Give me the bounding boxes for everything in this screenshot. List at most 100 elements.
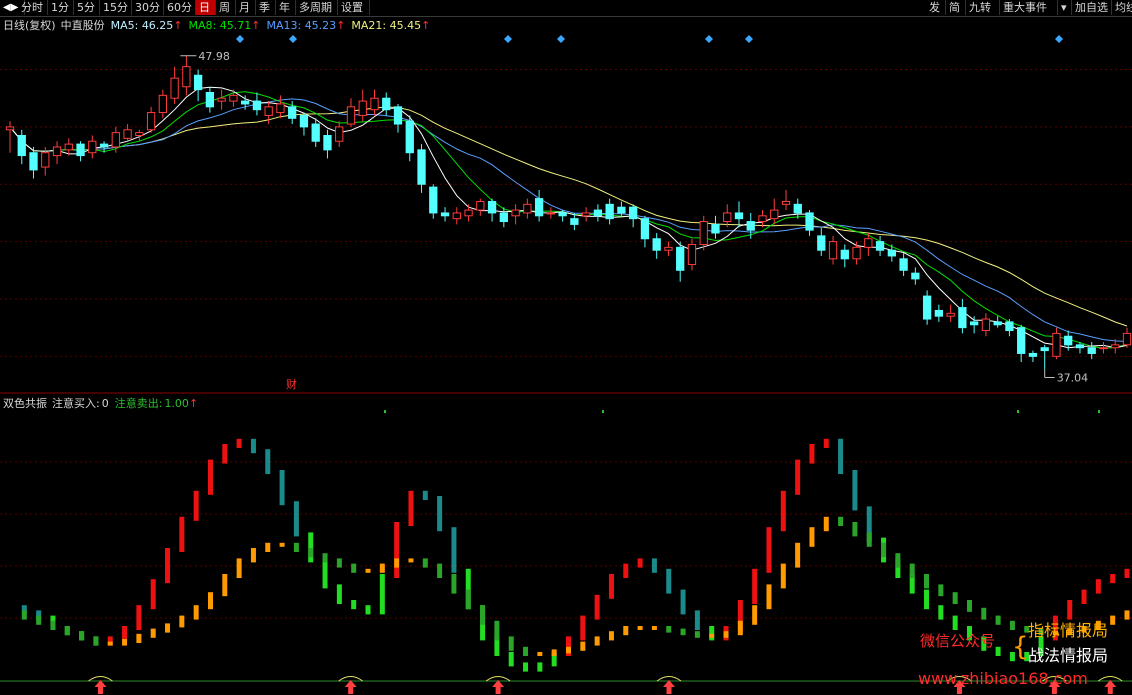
candle: [1005, 319, 1014, 337]
toolbar-right-item-4[interactable]: ▾: [1058, 0, 1072, 15]
candle: [299, 112, 309, 136]
fast-line-bar: [938, 605, 944, 620]
fast-line-bar: [752, 568, 758, 604]
slow-line-bar: [981, 607, 987, 620]
slow-line-bar: [36, 615, 42, 625]
fast-line-bar: [838, 438, 844, 474]
candle: [193, 69, 203, 102]
fast-line-bar: [795, 459, 801, 495]
fast-line-bar: [1081, 589, 1087, 604]
period-tab-10[interactable]: 年: [276, 0, 296, 15]
slow-line-bar: [823, 516, 829, 532]
candle: [852, 241, 861, 265]
fast-line-bar: [508, 652, 514, 667]
buy-arrow-icon: [94, 680, 107, 694]
slow-line-bar: [279, 542, 285, 547]
period-tab-2[interactable]: 5分: [74, 0, 100, 15]
slow-line-bar: [995, 615, 1001, 625]
fast-line-bar: [207, 459, 213, 495]
candle: [17, 129, 26, 165]
fast-line-bar: [823, 438, 829, 448]
signal-diamond-icon: [504, 35, 512, 43]
slow-line-bar: [952, 592, 958, 604]
slow-line-bar: [924, 574, 930, 589]
slow-line-bar: [780, 563, 786, 589]
toolbar-right-item-1[interactable]: 简: [946, 0, 966, 15]
toolbar-right-item-6[interactable]: 均线: [1112, 0, 1132, 15]
slow-line-bar: [608, 631, 614, 641]
candle: [382, 92, 391, 116]
watermark-label: 微信公众号: [920, 632, 995, 650]
slow-line-bar: [222, 574, 228, 597]
period-tab-11[interactable]: 多周期: [296, 0, 338, 15]
low-price-label: 37.04: [1057, 372, 1089, 385]
ma-legend-value: 45.71: [220, 19, 252, 32]
candle: [922, 290, 932, 325]
toolbar-right-item-5[interactable]: 加自选: [1072, 0, 1112, 15]
fast-line-bar: [437, 496, 443, 532]
period-tab-0[interactable]: 分时: [18, 0, 48, 15]
candle: [699, 215, 708, 251]
fast-line-bar: [780, 490, 786, 532]
candle: [487, 198, 497, 222]
candle: [770, 198, 779, 225]
fast-line-bar: [236, 438, 242, 448]
indicator-title: 双色共振: [3, 396, 47, 410]
slow-line-bar: [336, 558, 342, 568]
ma-up-arrow-icon: ↑: [336, 19, 345, 32]
slow-line-bar: [93, 636, 99, 646]
slow-line-bar: [709, 633, 715, 638]
period-tab-7[interactable]: 周: [216, 0, 236, 15]
period-tab-12[interactable]: 设置: [338, 0, 370, 15]
slow-line-bar: [966, 600, 972, 612]
ma-legend-colon: :: [213, 19, 220, 32]
slow-line-bar: [107, 641, 113, 646]
slow-line-bar: [651, 626, 657, 630]
main-chart-labels: 日线(复权) 中直股份 MA5: 46.25↑ MA8: 45.71↑ MA13: 45…: [3, 18, 1088, 391]
candle: [593, 204, 603, 222]
candle: [1028, 350, 1038, 363]
period-tab-9[interactable]: 季: [256, 0, 276, 15]
candlestick-series: [5, 55, 1132, 370]
fast-line-bar: [222, 444, 228, 464]
slow-line-bar: [1009, 620, 1015, 630]
slow-line-bar: [795, 542, 801, 568]
candle: [29, 146, 38, 179]
fast-line-bar: [709, 626, 715, 641]
toolbar-right-item-2[interactable]: 九转: [966, 0, 1000, 15]
candle: [323, 129, 332, 159]
slow-line-bar: [136, 633, 142, 643]
toolbar-right-item-0[interactable]: 发: [926, 0, 946, 15]
period-toolbar: ◀▶ 分时 1分 5分 15分 30分 60分日周月季年多周期 设置 发简九转 重大事件 ▾ 加自…: [0, 0, 1132, 17]
fast-line-bar: [165, 548, 171, 584]
period-tab-1[interactable]: 1分: [48, 0, 74, 15]
slow-line-bar: [21, 610, 27, 620]
fast-line-bar: [666, 568, 672, 594]
watermark-line1: 指标情报局: [1028, 621, 1108, 640]
slow-line-bar: [408, 558, 414, 563]
period-tab-8[interactable]: 月: [236, 0, 256, 15]
period-tab-6[interactable]: 日: [196, 0, 216, 15]
slow-line-bar: [250, 548, 256, 563]
candle: [511, 204, 520, 225]
candle: [311, 118, 320, 147]
toolbar-right-item-3[interactable]: 重大事件: [1000, 0, 1058, 15]
earnings-event-marker[interactable]: 财: [286, 377, 297, 391]
ma-legend-value: 45.23: [305, 19, 337, 32]
slow-line-bar: [193, 605, 199, 620]
slow-line-bar: [508, 636, 514, 651]
candle: [875, 235, 885, 256]
candle: [676, 241, 685, 282]
top-tick: [1017, 410, 1019, 413]
period-tab-5[interactable]: 60分: [164, 0, 196, 15]
fast-line-bar: [651, 558, 657, 573]
period-tab-3[interactable]: 15分: [100, 0, 132, 15]
candle: [840, 244, 849, 268]
signal-diamond-icon: [745, 35, 753, 43]
fast-line-bar: [308, 532, 314, 563]
buy-arrow-icon: [663, 680, 676, 694]
period-tab-4[interactable]: 30分: [132, 0, 164, 15]
ma-legend-value: 46.25: [142, 19, 174, 32]
candle: [276, 95, 285, 119]
slow-line-bar: [365, 568, 371, 573]
